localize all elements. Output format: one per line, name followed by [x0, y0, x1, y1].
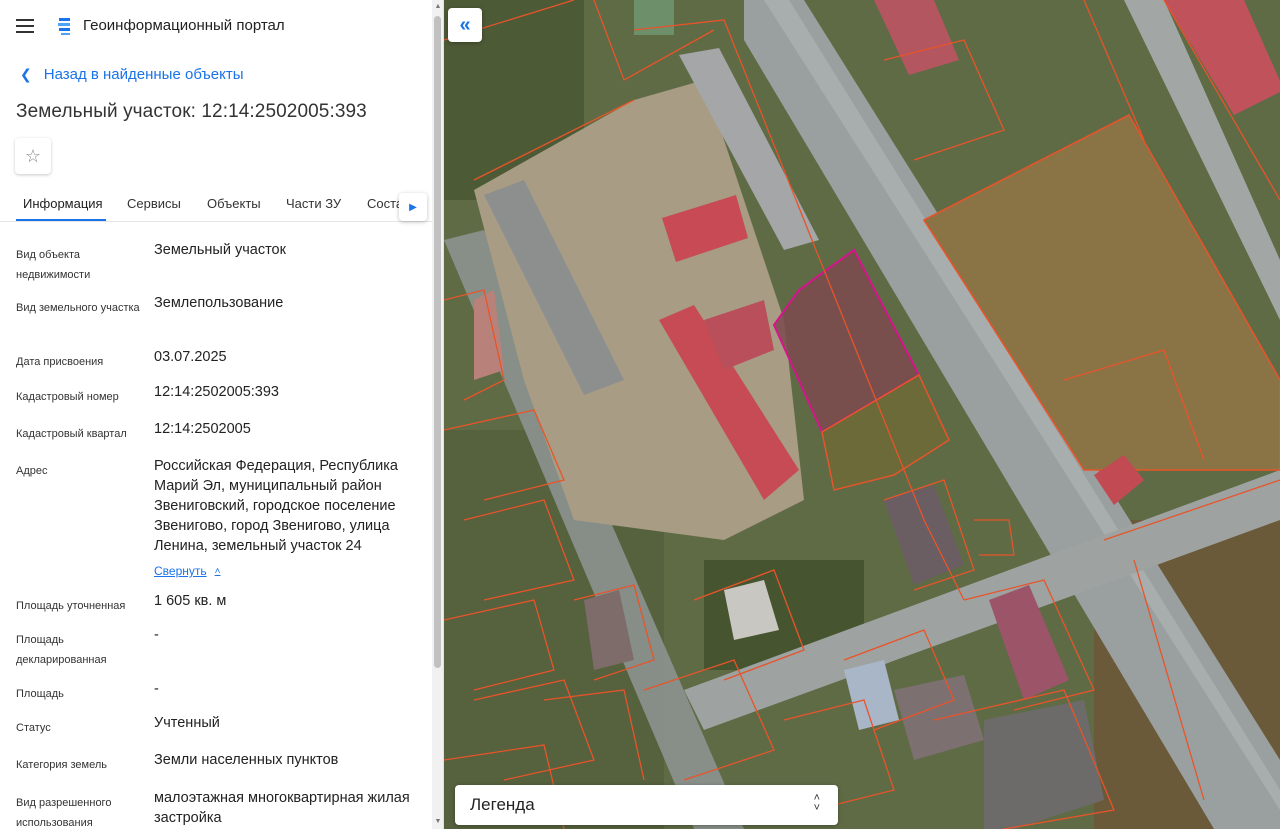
info-value: - [154, 627, 159, 643]
collapse-address-link[interactable]: Свернуть ˄ [154, 564, 220, 578]
map-view[interactable] [444, 0, 1280, 829]
collapse-label: Свернуть [154, 564, 207, 578]
legend-label: Легенда [470, 795, 535, 814]
info-label: Статус [16, 722, 51, 734]
page-title: Земельный участок: 12:14:2502005:393 [16, 101, 367, 122]
tab-composition[interactable]: Соста [367, 196, 403, 211]
info-label: Вид объекта недвижимости [16, 249, 91, 281]
collapse-panel-button[interactable]: « [448, 8, 482, 42]
chevron-up-icon: ˄ [214, 565, 221, 577]
info-value: Российская Федерация, Республика Марий Э… [154, 458, 398, 554]
info-label: Площадь уточненная [16, 600, 126, 612]
chevron-left-icon: ❮ [20, 66, 32, 82]
info-value: 12:14:2502005 [154, 421, 251, 437]
app-title: Геоинформационный портал [83, 17, 285, 34]
info-label: Вид разрешенного использования [16, 797, 112, 829]
info-value: Земельный участок [154, 242, 286, 258]
tab-information[interactable]: Информация [23, 196, 103, 211]
back-link-label: Назад в найденные объекты [43, 66, 244, 83]
info-label: Кадастровый номер [16, 391, 119, 403]
scroll-down-arrow-icon[interactable]: ▼ [433, 818, 443, 826]
legend-dropdown[interactable]: Легенда ˄ ˅ [455, 785, 838, 825]
expand-collapse-chevrons-icon: ˄ ˅ [813, 792, 820, 814]
top-bar: Геоинформационный портал [0, 0, 432, 52]
tab-services[interactable]: Сервисы [127, 196, 181, 211]
info-value: 12:14:2502005:393 [154, 384, 279, 400]
tabs-scroll-right-button[interactable]: ▶ [399, 193, 427, 221]
favorite-star-button[interactable]: ☆ [15, 138, 51, 174]
info-value: малоэтажная многоквартирная жилая застро… [154, 790, 410, 826]
tab-bar: Информация Сервисы Объекты Части ЗУ Сост… [0, 186, 432, 222]
satellite-map-canvas[interactable] [444, 0, 1280, 829]
info-label: Кадастровый квартал [16, 428, 127, 440]
info-label: Площадь декларированная [16, 634, 107, 666]
tab-objects[interactable]: Объекты [207, 196, 261, 211]
info-value: 03.07.2025 [154, 349, 227, 365]
info-value: Землепользование [154, 295, 284, 311]
info-label: Вид земельного участка [16, 302, 140, 314]
info-value: Земли населенных пунктов [154, 752, 339, 768]
info-value: 1 605 кв. м [154, 593, 227, 609]
hamburger-menu-icon[interactable] [16, 16, 36, 36]
info-label: Адрес [16, 465, 48, 477]
portal-logo-icon [58, 18, 70, 35]
active-tab-indicator [16, 219, 106, 221]
info-label: Площадь [16, 688, 64, 700]
scrollbar-thumb[interactable] [434, 16, 441, 668]
scroll-up-arrow-icon[interactable]: ▲ [433, 3, 443, 11]
star-icon: ☆ [24, 145, 42, 166]
double-chevron-left-icon: « [459, 13, 471, 36]
tab-parcel-parts[interactable]: Части ЗУ [286, 196, 341, 211]
back-to-results-link[interactable]: ❮ Назад в найденные объекты [20, 66, 244, 83]
info-label: Категория земель [16, 759, 107, 771]
info-panel: Геоинформационный портал ❮ Назад в найде… [0, 0, 444, 829]
info-value: Учтенный [154, 715, 220, 731]
info-label: Дата присвоения [16, 356, 104, 368]
info-value: - [154, 681, 159, 697]
triangle-right-icon: ▶ [409, 201, 417, 213]
